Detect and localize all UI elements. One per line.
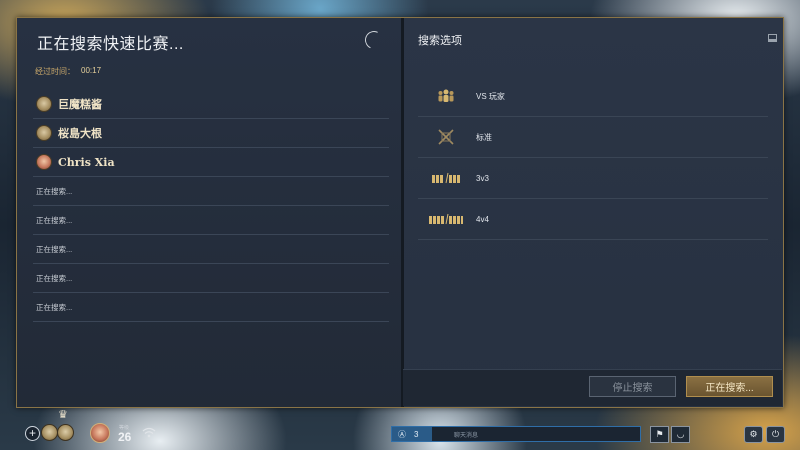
chat-icon: Ⓐ bbox=[398, 429, 406, 439]
player-row[interactable]: 桜島大根 bbox=[33, 119, 389, 148]
option-row: 4v4 bbox=[418, 199, 768, 240]
option-row: VS 玩家 bbox=[418, 76, 768, 117]
page-title: 正在搜索快速比赛... bbox=[37, 36, 184, 53]
add-friend-button[interactable]: + bbox=[25, 426, 40, 441]
player-name: 桜島大根 bbox=[58, 128, 102, 140]
party-avatar[interactable] bbox=[57, 424, 74, 441]
searching-slot: 正在搜索... bbox=[33, 264, 389, 293]
avatar bbox=[36, 96, 52, 112]
player-name: 巨魔糕酱 bbox=[58, 99, 102, 111]
level-value: 26 bbox=[118, 430, 132, 444]
searching-slot: 正在搜索... bbox=[33, 177, 389, 206]
player-row[interactable]: Chris Xia bbox=[33, 148, 389, 177]
searching-slot: 正在搜索... bbox=[33, 206, 389, 235]
avatar bbox=[36, 125, 52, 141]
power-icon[interactable]: ⏻ bbox=[766, 426, 785, 443]
elapsed-time-label: 经过时间： bbox=[35, 67, 75, 76]
crown-icon: ♛ bbox=[58, 409, 68, 421]
option-row: 标准 bbox=[418, 117, 768, 158]
crossed-swords-icon bbox=[418, 128, 474, 146]
wifi-icon bbox=[142, 427, 156, 441]
settings-icon[interactable]: ⚙ bbox=[744, 426, 763, 443]
emote-icon[interactable]: ◡ bbox=[671, 426, 690, 443]
options-title: 搜索选项 bbox=[418, 35, 462, 47]
avatar[interactable] bbox=[90, 423, 110, 443]
searching-slot: 正在搜索... bbox=[33, 293, 389, 322]
options-list: VS 玩家 标准 3v3 4v4 bbox=[418, 76, 768, 240]
option-label: 标准 bbox=[476, 132, 492, 142]
minimize-icon[interactable] bbox=[768, 34, 777, 42]
avatar bbox=[36, 154, 52, 170]
chat-bar: Ⓐ 3 聊天消息 bbox=[391, 426, 641, 442]
elapsed-time: 经过时间： 00:17 bbox=[35, 66, 101, 77]
team-4v4-icon bbox=[418, 213, 474, 225]
flag-icon[interactable]: ⚑ bbox=[650, 426, 669, 443]
searching-slot: 正在搜索... bbox=[33, 235, 389, 264]
option-label: 3v3 bbox=[476, 173, 489, 183]
matchmaking-window: 正在搜索快速比赛... 经过时间： 00:17 巨魔糕酱 桜島大根 Chris … bbox=[16, 17, 784, 408]
search-status-panel: 正在搜索快速比赛... 经过时间： 00:17 巨魔糕酱 桜島大根 Chris … bbox=[17, 18, 401, 407]
searching-button[interactable]: 正在搜索... bbox=[686, 376, 773, 397]
option-label: 4v4 bbox=[476, 214, 489, 224]
search-options-panel: 搜索选项 VS 玩家 标准 3v3 4v4 bbox=[404, 18, 783, 407]
player-name: Chris Xia bbox=[58, 155, 115, 169]
player-row[interactable]: 巨魔糕酱 bbox=[33, 90, 389, 119]
party-avatar[interactable] bbox=[41, 424, 58, 441]
option-label: VS 玩家 bbox=[476, 91, 505, 101]
option-row: 3v3 bbox=[418, 158, 768, 199]
player-list: 巨魔糕酱 桜島大根 Chris Xia 正在搜索... 正在搜索... 正在搜索… bbox=[33, 90, 389, 322]
chat-count: 3 bbox=[414, 429, 419, 439]
team-3v3-icon bbox=[418, 172, 474, 184]
chat-channel-button[interactable]: Ⓐ 3 bbox=[392, 427, 432, 441]
stop-search-button[interactable]: 停止搜索 bbox=[589, 376, 676, 397]
loading-spinner-icon bbox=[362, 28, 386, 52]
players-icon bbox=[418, 88, 474, 104]
chat-input[interactable]: 聊天消息 bbox=[454, 430, 478, 439]
elapsed-time-value: 00:17 bbox=[81, 66, 102, 75]
